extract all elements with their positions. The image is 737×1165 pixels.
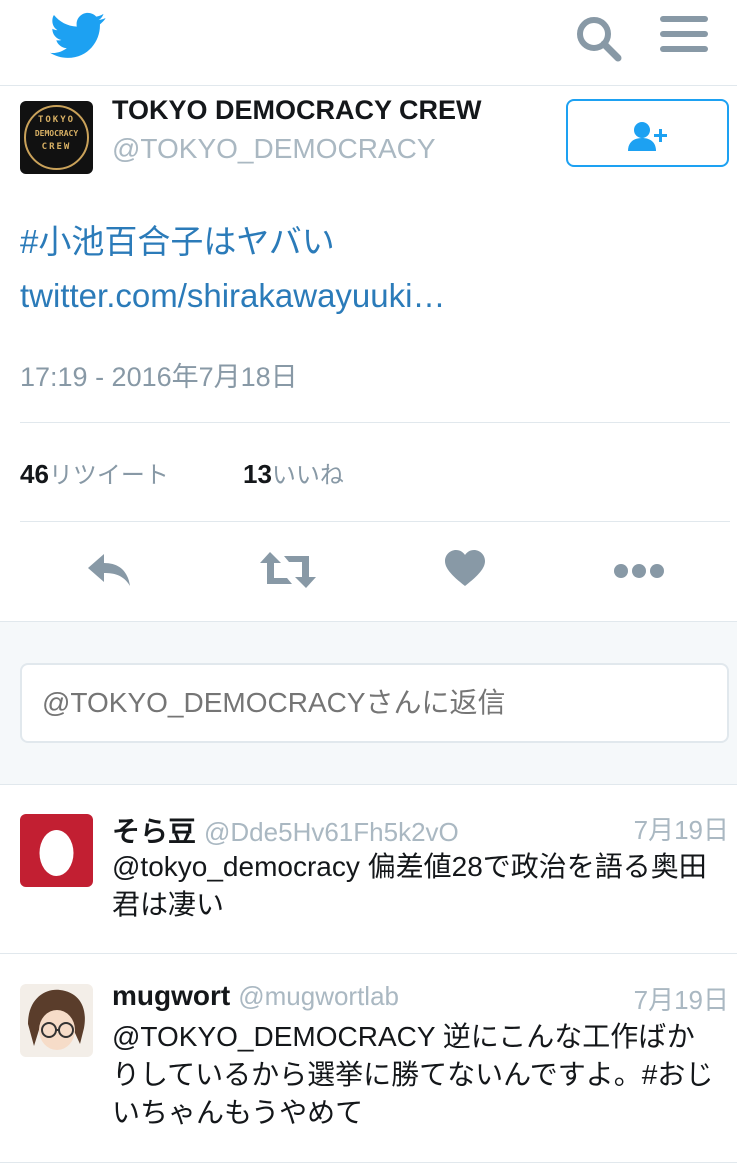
reply-icon[interactable]: [86, 550, 132, 590]
retweet-stat[interactable]: 46リツイート: [20, 455, 169, 490]
avatar-text: TOKYO: [37, 115, 76, 125]
twitter-bird-icon[interactable]: [50, 12, 106, 60]
reply-author[interactable]: そら豆 @Dde5Hv61Fh5k2vO: [112, 810, 459, 850]
reply-input[interactable]: [20, 663, 729, 743]
avatar-text: DEMOCRACY: [34, 129, 79, 138]
reply-text: @tokyo_democracy 偏差値28で政治を語る奥田君は凄い: [112, 851, 707, 920]
retweet-count: 46: [20, 459, 49, 489]
display-name[interactable]: TOKYO DEMOCRACY CREW: [112, 95, 482, 126]
hamburger-menu-icon[interactable]: [660, 16, 712, 60]
tweet-detail: TOKYO DEMOCRACY CREW TOKYO DEMOCRACY CRE…: [0, 85, 737, 621]
follow-button[interactable]: [566, 99, 729, 167]
avatar-text: CREW: [41, 142, 72, 152]
top-bar: [0, 0, 737, 86]
like-stat[interactable]: 13いいね: [243, 455, 344, 490]
reply-author-handle: @Dde5Hv61Fh5k2vO: [204, 817, 459, 847]
add-user-icon: [628, 122, 667, 151]
reply-item[interactable]: そら豆 @Dde5Hv61Fh5k2vO 7月19日 @tokyo_democra…: [0, 784, 737, 954]
reply-text: @TOKYO_DEMOCRACY 逆にこんな工作ばかりしているから選挙に勝てない…: [112, 1021, 714, 1128]
reply-author-name: そら豆: [112, 816, 197, 847]
reply-composer: [0, 621, 737, 785]
reply-date[interactable]: 7月19日: [634, 810, 729, 847]
reply-author[interactable]: mugwort @mugwortlab: [112, 980, 399, 1012]
retweet-label: リツイート: [48, 462, 169, 489]
divider: [20, 521, 730, 522]
timestamp[interactable]: 17:19 - 2016年7月18日: [20, 355, 298, 394]
heart-icon[interactable]: [445, 550, 485, 590]
reply-date[interactable]: 7月19日: [634, 980, 729, 1017]
egg-avatar-icon[interactable]: [20, 814, 93, 887]
user-avatar[interactable]: [20, 984, 93, 1057]
reply-author-handle: @mugwortlab: [238, 981, 400, 1011]
tweet-link[interactable]: twitter.com/shirakawayuuki…: [20, 271, 445, 321]
screen-name[interactable]: @TOKYO_DEMOCRACY: [112, 133, 436, 165]
retweet-icon[interactable]: [260, 550, 316, 590]
avatar[interactable]: TOKYO DEMOCRACY CREW: [20, 101, 93, 174]
like-label: いいね: [271, 462, 344, 489]
divider: [20, 422, 730, 423]
like-count: 13: [243, 459, 272, 489]
hashtag-link[interactable]: #小池百合子はヤバい: [20, 213, 335, 271]
reply-author-name: mugwort: [112, 980, 231, 1011]
search-icon[interactable]: [574, 14, 622, 62]
reply-item[interactable]: mugwort @mugwortlab 7月19日 @TOKYO_DEMOCRAC…: [0, 954, 737, 1163]
more-icon[interactable]: [614, 563, 664, 579]
